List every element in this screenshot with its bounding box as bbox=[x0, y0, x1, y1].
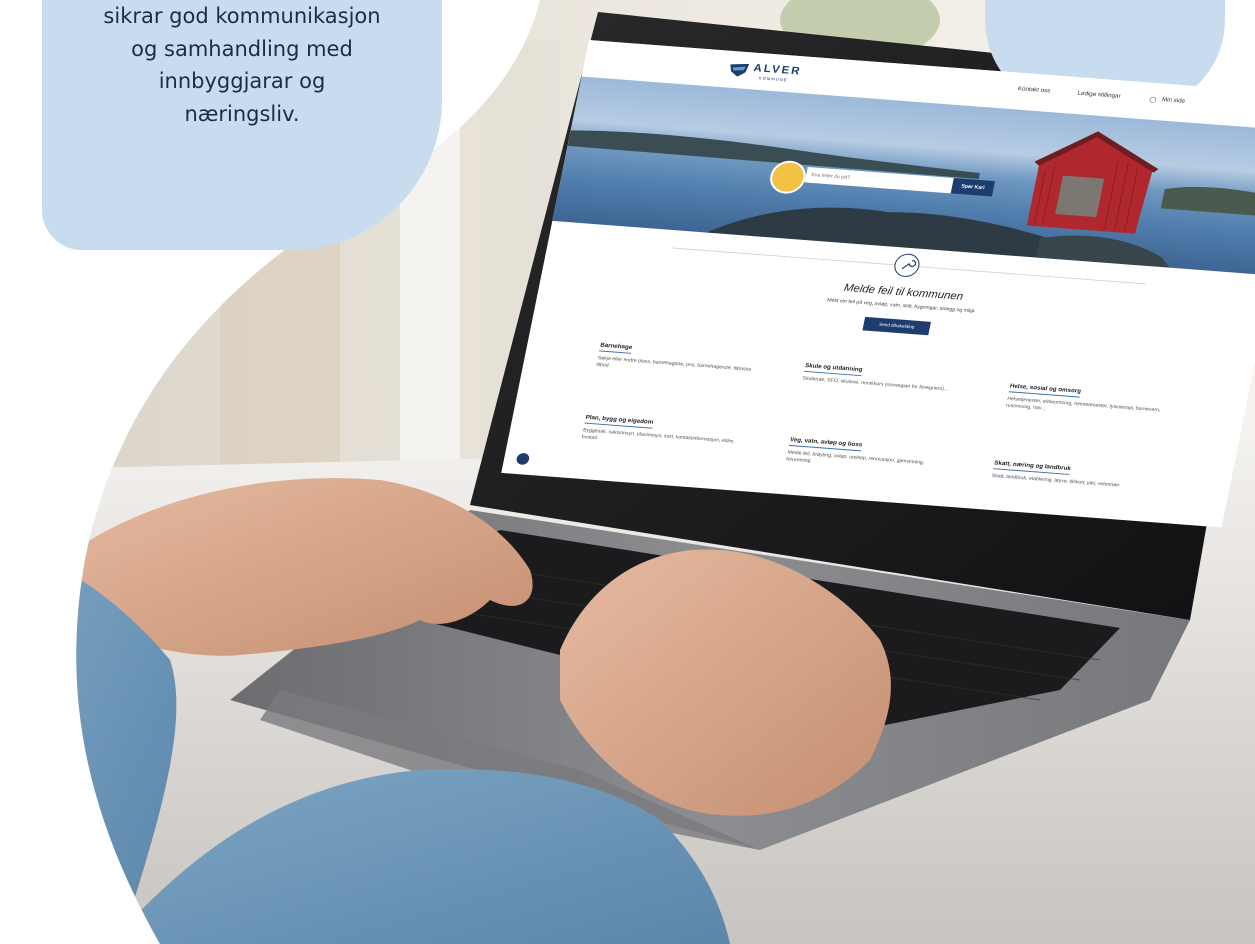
category-desc: Skulerute, SFO, skulane, norskkurs (norw… bbox=[801, 375, 949, 393]
category-desc: Søkje eller endre plass, barnehagane, pr… bbox=[595, 355, 752, 373]
category-skatt[interactable]: Skatt, næring og landbruk Skatt, landbru… bbox=[991, 452, 1151, 492]
nav-kontakt-oss[interactable]: Kontakt oss bbox=[1017, 86, 1050, 94]
category-skule[interactable]: Skule og utdanning Skulerute, SFO, skula… bbox=[802, 354, 962, 394]
category-title: Skule og utdanning bbox=[803, 363, 863, 377]
category-desc: Byggesak, saksinnsyn, planinnsyn, kart, … bbox=[581, 427, 736, 445]
category-barnehage[interactable]: Barnehage Søkje eller endre plass, barne… bbox=[596, 334, 757, 380]
category-title: Helse, sosial og omsorg bbox=[1008, 383, 1082, 398]
send-report-button[interactable]: Send tilbakelding bbox=[862, 316, 931, 336]
spor-kari-button[interactable]: Spør Kari bbox=[950, 178, 996, 197]
alver-logo-icon bbox=[730, 63, 750, 77]
category-helse[interactable]: Helse, sosial og omsorg Helsetjenester, … bbox=[1005, 375, 1166, 421]
category-desc: Melde feil, brøyting, avløp, utslepp, re… bbox=[785, 449, 925, 466]
category-title: Barnehage bbox=[599, 342, 633, 354]
logo-subtitle: KOMMUNE bbox=[758, 75, 789, 83]
quote-line: innbyggjarar og bbox=[158, 69, 326, 93]
nav-min-side[interactable]: Min side bbox=[1161, 97, 1185, 105]
user-icon: ◯ bbox=[1148, 97, 1157, 104]
category-plan-bygg[interactable]: Plan, bygg og eigedom Byggesak, saksinns… bbox=[581, 406, 742, 452]
wrench-icon bbox=[892, 252, 922, 278]
category-title: Plan, bygg og eigedom bbox=[584, 414, 654, 429]
category-desc: Skatt, landbruk, etablering, løyve, tils… bbox=[991, 473, 1121, 489]
category-veg-vatn[interactable]: Veg, vatn, avløp og boss Melde feil, brø… bbox=[785, 429, 946, 475]
category-desc: Helsetjenester, eldreomsorg, heimetenest… bbox=[1005, 396, 1161, 414]
quote-line: og samhandling med bbox=[131, 36, 353, 61]
laptop-screen: ALVER KOMMUNE Kontakt oss Ledige stillin… bbox=[501, 40, 1255, 528]
quote-line: næringsliv. bbox=[184, 101, 300, 126]
quote-text: sikrar god kommunikasjon og samhandling … bbox=[42, 0, 442, 130]
red-boathouse bbox=[1026, 131, 1159, 234]
nav-ledige-stillingar[interactable]: Ledige stillingar bbox=[1077, 91, 1121, 100]
help-button[interactable] bbox=[515, 452, 531, 466]
category-title: Skatt, næring og landbruk bbox=[993, 460, 1072, 475]
quote-line: sikrar god kommunikasjon bbox=[103, 4, 381, 28]
category-title: Veg, vatn, avløp og boss bbox=[788, 437, 863, 452]
